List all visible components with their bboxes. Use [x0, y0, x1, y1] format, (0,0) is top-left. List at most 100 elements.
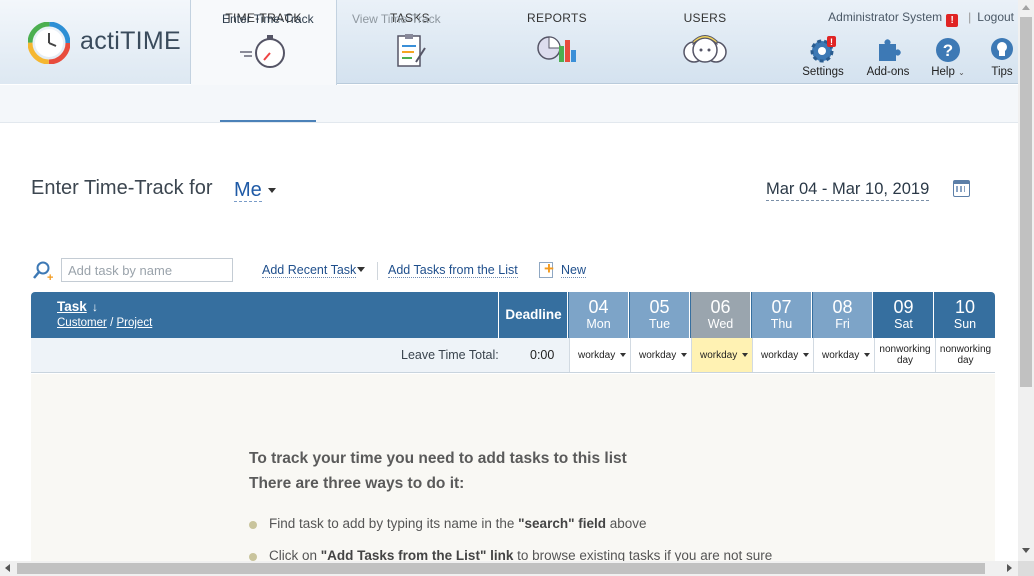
scroll-left-arrow-icon[interactable]: [5, 564, 10, 572]
caret-down-icon[interactable]: [357, 267, 365, 272]
day-name: Sat: [894, 317, 913, 331]
caret-down-icon: [620, 353, 626, 357]
logout-link[interactable]: Logout: [977, 10, 1014, 24]
search-add-icon: +: [33, 261, 53, 281]
lightbulb-icon: [988, 36, 1016, 64]
task-sort-button[interactable]: Task: [57, 299, 87, 314]
day-header-thu: 07 Thu: [752, 292, 812, 338]
day-name: Fri: [835, 317, 850, 331]
date-range-selector[interactable]: Mar 04 - Mar 10, 2019: [766, 179, 930, 201]
day-status-value: workday: [700, 350, 738, 361]
tab-users[interactable]: USERS: [650, 0, 760, 84]
settings-menu[interactable]: ! Settings ⌄: [798, 36, 848, 90]
chevron-down-icon: ⌄: [958, 68, 965, 77]
warning-icon[interactable]: !: [946, 14, 959, 27]
time-track-grid-header: Task ↓ Customer / Project Deadline 04 Mo…: [31, 292, 995, 338]
tab-label: REPORTS: [527, 11, 587, 25]
help-menu[interactable]: ? Help ⌄: [928, 36, 968, 78]
settings-label: Settings: [802, 66, 844, 78]
active-subtab-indicator: [220, 120, 316, 122]
clock-logo-icon: [28, 22, 70, 64]
caret-down-icon[interactable]: [268, 188, 276, 193]
caret-down-icon: [681, 353, 687, 357]
day-name: Wed: [707, 317, 734, 331]
deadline-column-header: Deadline: [500, 292, 568, 338]
day-number: 09: [893, 297, 914, 317]
divider: [377, 262, 378, 280]
task-column-header: Task ↓ Customer / Project: [31, 292, 499, 338]
day-number: 04: [588, 297, 609, 317]
tab-label: USERS: [683, 11, 727, 25]
app-window: actiTIME TIME-TRACK TASKS REPORTS USERS …: [0, 0, 1034, 576]
day-status-select-wed[interactable]: workday: [691, 338, 752, 372]
subtab-enter-time-track[interactable]: Enter Time-Track: [222, 12, 314, 26]
scrollbar-thumb[interactable]: [1020, 17, 1032, 387]
subtab-view-time-track[interactable]: View Time-Track: [352, 12, 441, 26]
addons-menu[interactable]: Add-ons ⌄: [862, 36, 914, 90]
new-task-icon[interactable]: [539, 259, 554, 279]
logo[interactable]: actiTIME: [0, 0, 191, 84]
report-chart-icon: [537, 36, 576, 62]
day-header-sun: 10 Sun: [935, 292, 995, 338]
add-tasks-from-list-button[interactable]: Add Tasks from the List: [388, 263, 518, 278]
addons-label: Add-ons: [866, 66, 910, 78]
tip-text: Find task to add by typing its name in t…: [269, 516, 647, 531]
status-line: nonworking: [939, 344, 992, 355]
empty-state-line: To track your time you need to add tasks…: [249, 450, 627, 467]
sort-arrow-icon: ↓: [92, 300, 98, 314]
user-name[interactable]: Administrator System: [828, 10, 942, 24]
sub-navigation: [0, 85, 1018, 123]
day-number: 10: [954, 297, 976, 317]
task-search-input[interactable]: [61, 258, 233, 282]
day-status-value: workday: [822, 350, 860, 361]
day-number: 06: [710, 297, 731, 317]
day-status-select-mon[interactable]: workday: [569, 338, 630, 372]
day-status-select-thu[interactable]: workday: [752, 338, 813, 372]
separator: /: [110, 317, 114, 329]
day-status-sun: nonworking day: [935, 338, 995, 372]
day-number: 08: [832, 297, 853, 317]
scroll-down-arrow-icon[interactable]: [1022, 548, 1030, 553]
help-icon: ?: [934, 36, 962, 64]
scroll-right-arrow-icon[interactable]: [1007, 564, 1012, 572]
empty-task-list: To track your time you need to add tasks…: [31, 374, 995, 564]
tip-text-part: Find task to add by typing its name in t…: [269, 516, 519, 531]
user-bar: Administrator System! | Logout: [828, 10, 1014, 27]
day-status-value: workday: [761, 350, 799, 361]
top-bar: actiTIME TIME-TRACK TASKS REPORTS USERS …: [0, 0, 1018, 89]
tab-reports[interactable]: REPORTS: [502, 0, 612, 84]
day-status-select-fri[interactable]: workday: [813, 338, 874, 372]
vertical-scrollbar[interactable]: [1018, 0, 1034, 561]
scroll-up-arrow-icon[interactable]: [1022, 5, 1030, 10]
svg-text:!: !: [830, 37, 833, 47]
caret-down-icon: [864, 353, 870, 357]
customer-project-sort: Customer / Project: [57, 317, 152, 329]
day-status-value: workday: [578, 350, 616, 361]
customer-sort-button[interactable]: Customer: [57, 317, 107, 329]
new-task-button[interactable]: New: [561, 263, 587, 278]
day-header-fri: 08 Fri: [813, 292, 873, 338]
tip-item: Find task to add by typing its name in t…: [249, 516, 647, 531]
user-selector[interactable]: Me: [234, 179, 262, 202]
horizontal-scrollbar[interactable]: [0, 561, 1018, 576]
logo-text: actiTIME: [80, 27, 182, 55]
page-title: Enter Time-Track for: [31, 177, 213, 199]
stopwatch-icon: [239, 35, 285, 68]
day-header-tue: 05 Tue: [630, 292, 690, 338]
day-header-mon: 04 Mon: [569, 292, 629, 338]
day-name: Mon: [586, 317, 611, 331]
leave-time-row: Leave Time Total: 0:00 workday workday w…: [31, 338, 995, 373]
task-list-icon: [397, 34, 426, 67]
tip-text-emphasis: "search" field: [518, 516, 606, 531]
users-icon: [683, 35, 727, 63]
tips-button[interactable]: Tips: [986, 36, 1018, 78]
add-recent-task-button[interactable]: Add Recent Task: [262, 263, 357, 278]
calendar-icon[interactable]: [953, 180, 970, 197]
day-header-wed: 06 Wed: [691, 292, 751, 338]
day-status-select-tue[interactable]: workday: [630, 338, 691, 372]
day-status-sat: nonworking day: [874, 338, 935, 372]
day-status-value: workday: [639, 350, 677, 361]
project-sort-button[interactable]: Project: [116, 317, 152, 329]
scrollbar-thumb[interactable]: [17, 563, 985, 574]
help-label: Help: [931, 66, 955, 78]
